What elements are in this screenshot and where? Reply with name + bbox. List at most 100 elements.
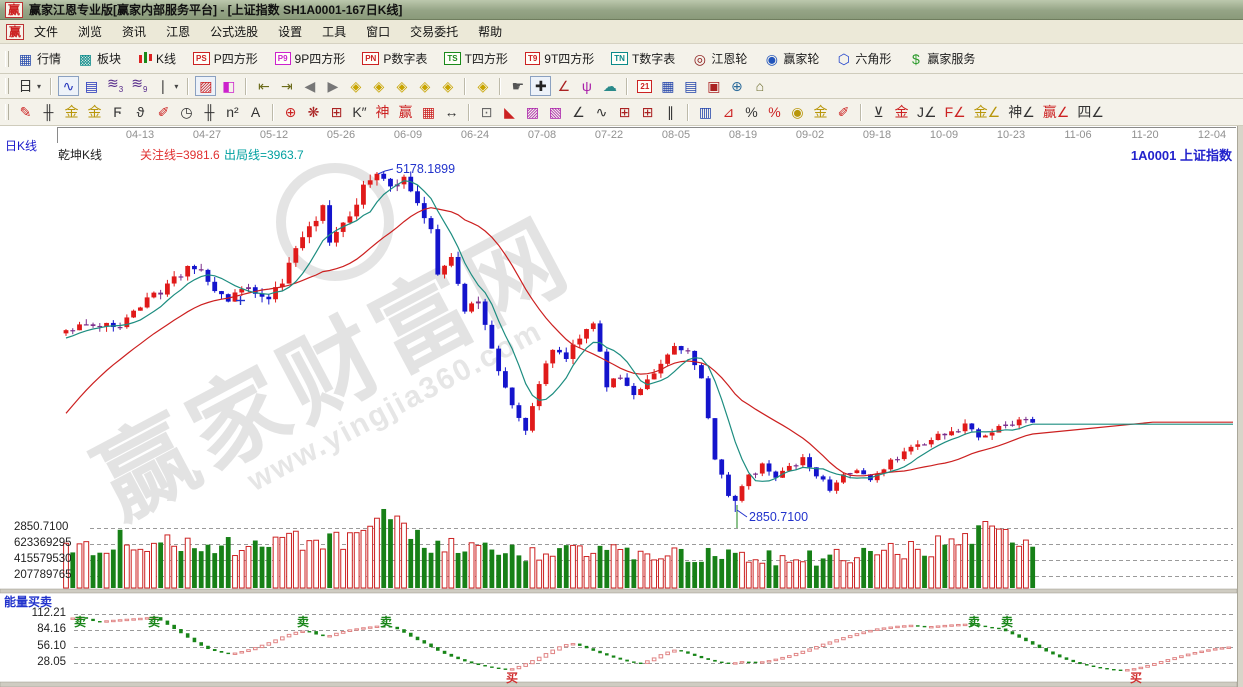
width-adjust-button[interactable]: ↔ (441, 102, 462, 122)
wave-9-tool-button[interactable]: ≋9 (128, 73, 150, 100)
winner-wheel-button[interactable]: ◉ 赢家轮 (761, 48, 822, 69)
chip-distribution-tool-button[interactable]: ▨ (195, 76, 217, 96)
god-angle-button[interactable]: 神∠ (1005, 102, 1038, 122)
calendar-tool-button[interactable]: 21 (634, 78, 655, 95)
diamond-contract-button[interactable]: ◈ (414, 76, 435, 96)
god-grid-button[interactable]: 神 (372, 102, 393, 122)
diamond-star-button[interactable]: ◈ (437, 76, 458, 96)
diamond-updown-button[interactable]: ◈ (472, 76, 493, 96)
f-grid-button[interactable]: Ϝ (107, 102, 128, 122)
red-marker-button[interactable]: ✐ (833, 102, 854, 122)
menu-gann[interactable]: 江恩 (156, 20, 200, 43)
price-ruler-button[interactable]: ╫ (199, 102, 220, 122)
diamond-right-button[interactable]: ◈ (368, 76, 389, 96)
percent-retrace-button[interactable]: ⊿ (718, 102, 739, 122)
win-angle-button[interactable]: 赢∠ (1040, 102, 1073, 122)
9t-square-button[interactable]: T9 9T四方形 (522, 48, 597, 69)
menu-help[interactable]: 帮助 (468, 20, 512, 43)
export-web-tool-button[interactable]: ⊕ (726, 76, 747, 96)
toolbar-grip[interactable] (5, 78, 9, 94)
flat-base-button[interactable]: ⊻ (868, 102, 889, 122)
gann-grid-2-button[interactable]: ⊞ (637, 102, 658, 122)
p-square-button[interactable]: PS P四方形 (190, 48, 261, 69)
candle-style-dropdown-button[interactable]: 日 ▾ (15, 76, 44, 96)
chart-canvas[interactable] (0, 126, 1243, 687)
menu-browse[interactable]: 浏览 (68, 20, 112, 43)
time-cycle-button[interactable]: ◷ (176, 102, 197, 122)
parallel-lines-button[interactable]: ∥ (660, 102, 681, 122)
next-page-button[interactable]: ▶ (322, 76, 343, 96)
trend-angle-button[interactable]: ∠ (568, 102, 589, 122)
9p-square-button[interactable]: P9 9P四方形 (272, 48, 348, 69)
percent-tool-button[interactable]: % (741, 102, 762, 122)
gold-circle-button[interactable]: ◉ (787, 102, 808, 122)
pitchfork-tool-button[interactable]: ψ (576, 76, 597, 96)
wave-3-tool-button[interactable]: ≋3 (104, 73, 126, 100)
grid-target-button[interactable]: ⊞ (326, 102, 347, 122)
workstation-tool-button[interactable]: ⌂ (749, 76, 770, 96)
k-mark-button[interactable]: K″ (349, 102, 370, 122)
p-number-table-button[interactable]: PN P数字表 (359, 48, 430, 69)
four-angle-button[interactable]: 四∠ (1074, 102, 1107, 122)
notes-tool-button[interactable]: ▤ (81, 76, 102, 96)
winner-service-button[interactable]: $ 赢家服务 (905, 48, 978, 69)
menu-formula-stock-pick[interactable]: 公式选股 (200, 20, 268, 43)
wave-segment-button[interactable]: ∿ (591, 102, 612, 122)
speed-resistance-button[interactable]: ▨ (522, 102, 543, 122)
vertical-scrollbar[interactable] (1237, 126, 1243, 687)
window-titlebar[interactable]: 赢 赢家江恩专业版[赢家内部服务平台] - [上证指数 SH1A0001-167… (0, 0, 1243, 20)
diamond-left-button[interactable]: ◈ (345, 76, 366, 96)
gold-underline-button[interactable]: 金 (891, 102, 912, 122)
toolbar-grip[interactable] (5, 104, 9, 120)
toolbar-grip[interactable] (5, 50, 9, 67)
gold-grid-2-button[interactable]: 金 (84, 102, 105, 122)
market-quotes-button[interactable]: ▦ 行情 (15, 48, 64, 69)
fan-lines-button[interactable]: ◣ (499, 102, 520, 122)
diamond-expand-button[interactable]: ◈ (391, 76, 412, 96)
menu-file[interactable]: 文件 (24, 20, 68, 43)
t-number-table-button[interactable]: TN T数字表 (608, 48, 678, 69)
gold-angle-button[interactable]: 金∠ (971, 102, 1004, 122)
draw-pen-button[interactable]: ✎ (15, 102, 36, 122)
time-ruler-button[interactable]: ╫ (38, 102, 59, 122)
f-angle-button[interactable]: F∠ (942, 102, 969, 122)
menu-settings[interactable]: 设置 (268, 20, 312, 43)
save-tool-button[interactable]: ▣ (703, 76, 724, 96)
cloud-tool-button[interactable]: ☁ (599, 76, 620, 96)
gold-grid-button[interactable]: 金 (61, 102, 82, 122)
hand-tool-button[interactable]: ☛ (507, 76, 528, 96)
star-burst-button[interactable]: ❋ (303, 102, 324, 122)
menu-tools[interactable]: 工具 (312, 20, 356, 43)
last-page-button[interactable]: ⇥ (276, 76, 297, 96)
rect-frame-button[interactable]: ⊡ (476, 102, 497, 122)
hexagon-button[interactable]: ⬡ 六角形 (833, 48, 894, 69)
menu-news[interactable]: 资讯 (112, 20, 156, 43)
color-histogram-tool-button[interactable]: ◧ (218, 76, 239, 96)
menu-trade-entrust[interactable]: 交易委托 (400, 20, 468, 43)
gold-line-button[interactable]: 金 (810, 102, 831, 122)
single-candle-dropdown-button[interactable]: ∣ ▾ (152, 76, 181, 96)
zigzag-tool-button[interactable]: ∿ (58, 76, 80, 96)
t-square-button[interactable]: TS T四方形 (441, 48, 511, 69)
win-grid-button[interactable]: 赢 (395, 102, 416, 122)
report-tool-button[interactable]: ▤ (680, 76, 701, 96)
marker-pen-button[interactable]: ✐ (153, 102, 174, 122)
gann-wheel-button[interactable]: ◎ 江恩轮 (689, 48, 750, 69)
band-lines-button[interactable]: ▧ (545, 102, 566, 122)
menu-window[interactable]: 窗口 (356, 20, 400, 43)
percent-line-button[interactable]: % (764, 102, 785, 122)
angle-measure-tool-button[interactable]: ∠ (553, 76, 574, 96)
gann-grid-button[interactable]: ⊞ (614, 102, 635, 122)
crosshair-tool-button[interactable]: ✚ (530, 76, 552, 96)
text-label-tool-button[interactable]: A (245, 102, 266, 122)
measure-box-button[interactable]: ▥ (695, 102, 716, 122)
j-angle-button[interactable]: J∠ (914, 102, 940, 122)
calculator-tool-button[interactable]: ▦ (657, 76, 678, 96)
sector-blocks-button[interactable]: ▩ 板块 (75, 48, 124, 69)
n-square-button[interactable]: n² (222, 102, 243, 122)
calendar-grid-button[interactable]: ▦ (418, 102, 439, 122)
spiral-tool-button[interactable]: ϑ (130, 102, 151, 122)
prev-page-button[interactable]: ◀ (299, 76, 320, 96)
kline-chart-button[interactable]: K线 (135, 48, 179, 69)
first-page-button[interactable]: ⇤ (253, 76, 274, 96)
